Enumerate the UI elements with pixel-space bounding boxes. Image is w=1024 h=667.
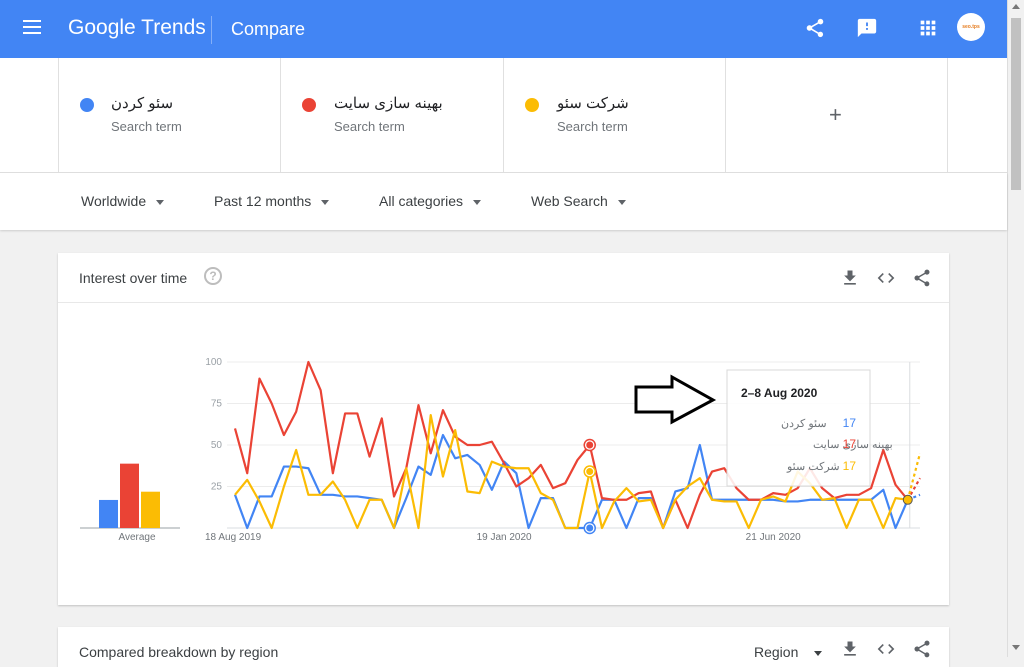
time-filter-label: Past 12 months: [214, 193, 312, 209]
term-card-1[interactable]: سئو کردن Search term: [58, 58, 281, 172]
scroll-down-arrow[interactable]: [1012, 645, 1020, 650]
term-color-dot: [525, 98, 539, 112]
tooltip-value-1: 17: [843, 416, 857, 430]
y-tick-label: 25: [211, 482, 223, 493]
y-tick-label: 100: [205, 357, 222, 368]
y-tick-label: 50: [211, 440, 223, 451]
header-divider: [211, 16, 212, 44]
download-icon[interactable]: [840, 639, 860, 659]
search-type-filter[interactable]: Web Search: [531, 193, 626, 209]
tooltip: 2–8 Aug 2020 سئو کردن 17 بهینه سازی سایت…: [726, 369, 893, 487]
card-header: Interest over time ?: [58, 253, 949, 303]
page-title: Compare: [231, 19, 306, 39]
help-icon[interactable]: ?: [204, 267, 222, 285]
region-filter[interactable]: Worldwide: [81, 193, 165, 209]
caret-down-icon: [156, 199, 165, 205]
hover-point: [902, 494, 913, 505]
share-icon[interactable]: [912, 268, 932, 288]
term-card-overflow: [947, 58, 1008, 172]
region-filter-label: Worldwide: [81, 193, 147, 209]
app-bar: Google Trends Compare seo.tps: [0, 0, 1007, 58]
term-type: Search term: [111, 119, 182, 134]
term-card-2[interactable]: بهینه سازی سایت Search term: [280, 58, 504, 172]
tooltip-value-2: 17: [843, 437, 857, 451]
interest-chart: 100 75 50 25 18 Aug 2019 19 Jan 2020 21 Jun 20…: [80, 357, 922, 543]
search-type-filter-label: Web Search: [531, 193, 608, 209]
region-dropdown[interactable]: Region: [754, 644, 823, 660]
tooltip-term-1: سئو کردن: [781, 418, 827, 430]
search-terms-bar: سئو کردن Search term بهینه سازی سایت Sea…: [0, 58, 1007, 173]
feedback-icon[interactable]: [856, 17, 878, 39]
term-color-dot: [302, 98, 316, 112]
term-name: سئو کردن: [111, 95, 174, 112]
add-term-button[interactable]: +: [829, 102, 842, 128]
term-type: Search term: [334, 119, 405, 134]
average-label: Average: [118, 532, 156, 543]
caret-down-icon: [321, 199, 330, 205]
x-tick-label: 21 Jun 2020: [746, 532, 801, 543]
term-name: بهینه سازی سایت: [334, 95, 443, 112]
highlight-point-1: [586, 524, 594, 532]
average-bar-1: [99, 499, 118, 528]
share-icon[interactable]: [912, 639, 932, 659]
filters-bar: Worldwide Past 12 months All categories …: [0, 173, 1007, 230]
y-tick-label: 75: [211, 399, 223, 410]
arrow-annotation-icon: [634, 374, 717, 425]
scroll-thumb[interactable]: [1011, 18, 1021, 190]
term-color-dot: [80, 98, 94, 112]
tooltip-term-3: شرکت سئو: [786, 461, 840, 473]
caret-down-icon: [814, 650, 823, 656]
term-card-3[interactable]: شرکت سئو Search term: [503, 58, 726, 172]
category-filter[interactable]: All categories: [379, 193, 482, 209]
x-tick-label: 19 Jan 2020: [477, 532, 532, 543]
term-type: Search term: [557, 119, 628, 134]
download-icon[interactable]: [840, 268, 860, 288]
x-tick-label: 18 Aug 2019: [205, 532, 262, 543]
average-bars: [80, 463, 180, 529]
highlight-point-3: [586, 468, 594, 476]
interest-over-time-card: Interest over time ? 100 75 50 25 18 Aug 201…: [58, 253, 949, 605]
average-bar-2: [120, 463, 139, 528]
region-breakdown-card: Compared breakdown by region Region: [58, 627, 949, 667]
category-filter-label: All categories: [379, 193, 464, 209]
google-trends-logo[interactable]: Google Trends: [68, 16, 206, 40]
embed-icon[interactable]: [876, 639, 896, 659]
share-icon[interactable]: [804, 17, 826, 39]
tooltip-value-3: 17: [843, 459, 857, 473]
scroll-up-arrow[interactable]: [1012, 4, 1020, 9]
card-title: Interest over time: [79, 270, 188, 286]
avatar[interactable]: seo.tps: [957, 13, 985, 41]
card-title: Compared breakdown by region: [79, 644, 279, 660]
highlight-point-2: [586, 441, 594, 449]
region-dropdown-label: Region: [754, 644, 799, 660]
caret-down-icon: [617, 199, 626, 205]
tooltip-date: 2–8 Aug 2020: [741, 386, 818, 400]
page-scrollbar[interactable]: [1007, 0, 1024, 657]
average-bar-3: [141, 491, 160, 528]
apps-grid-icon[interactable]: [917, 17, 939, 39]
term-name: شرکت سئو: [557, 95, 629, 112]
time-filter[interactable]: Past 12 months: [214, 193, 330, 209]
menu-icon[interactable]: [23, 20, 41, 34]
caret-down-icon: [473, 199, 482, 205]
embed-icon[interactable]: [876, 268, 896, 288]
